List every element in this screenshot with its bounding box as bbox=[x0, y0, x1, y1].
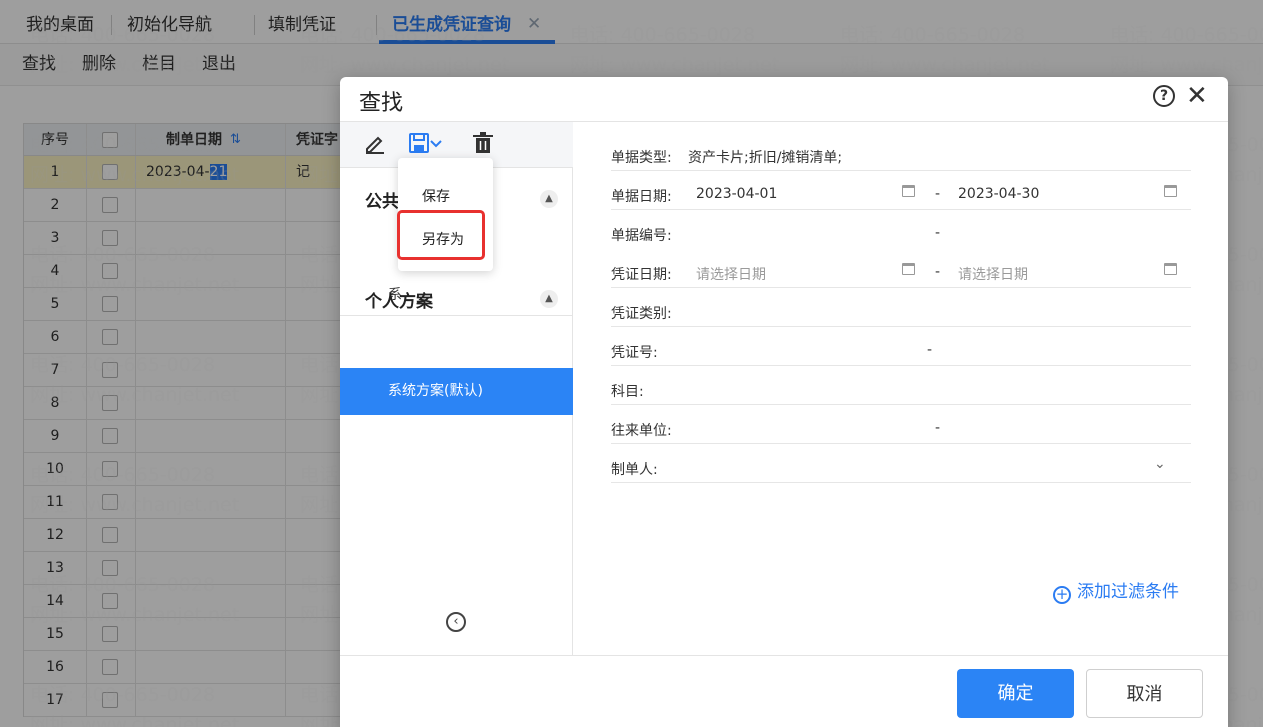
range-dash: - bbox=[935, 186, 941, 202]
voucher-no-label: 凭证号: bbox=[611, 345, 658, 361]
chevron-down-icon[interactable] bbox=[429, 131, 443, 155]
section-divider bbox=[340, 315, 573, 316]
doc-date-to-input[interactable]: 2023-04-30 bbox=[958, 186, 1039, 202]
doc-type-value[interactable]: 资产卡片;折旧/摊销清单; bbox=[688, 147, 842, 167]
personal-scheme-heading: 个人方案 bbox=[365, 292, 433, 312]
voucher-date-from-input[interactable]: 请选择日期 bbox=[696, 264, 766, 284]
doc-date-row: 单据日期: 2023-04-01 - 2023-04-30 bbox=[611, 171, 1191, 210]
delete-icon[interactable] bbox=[471, 131, 495, 155]
range-dash: - bbox=[927, 342, 933, 358]
edit-icon[interactable] bbox=[363, 131, 387, 155]
dialog-title: 查找 bbox=[359, 91, 404, 116]
doc-no-label: 单据编号: bbox=[611, 228, 672, 244]
subject-label: 科目: bbox=[611, 384, 644, 400]
subject-row[interactable]: 科目: bbox=[611, 366, 1191, 405]
footer-divider bbox=[340, 655, 1228, 656]
doc-date-label: 单据日期: bbox=[611, 189, 672, 205]
scheme-item-default[interactable]: 系统方案(默认) bbox=[340, 368, 573, 415]
voucher-type-label: 凭证类别: bbox=[611, 306, 672, 322]
highlight-callout bbox=[397, 210, 485, 260]
voucher-no-row: 凭证号: - bbox=[611, 327, 1191, 366]
partner-row: 往来单位: - bbox=[611, 405, 1191, 444]
maker-row[interactable]: 制单人: ⌄ bbox=[611, 444, 1191, 483]
add-filter-label: 添加过滤条件 bbox=[1077, 582, 1179, 602]
range-dash: - bbox=[935, 420, 941, 436]
cancel-button[interactable]: 取消 bbox=[1086, 669, 1203, 718]
collapse-public-icon[interactable]: ▲ bbox=[540, 190, 558, 208]
collapse-panel-icon[interactable]: ‹ bbox=[446, 612, 466, 632]
voucher-date-row: 凭证日期: 请选择日期 - 请选择日期 bbox=[611, 249, 1191, 288]
save-icon[interactable] bbox=[407, 131, 431, 155]
close-icon[interactable]: ✕ bbox=[1186, 81, 1208, 111]
doc-date-from-input[interactable]: 2023-04-01 bbox=[696, 186, 777, 202]
menu-item-save[interactable]: 保存 bbox=[422, 186, 450, 206]
calendar-icon[interactable] bbox=[1164, 185, 1177, 197]
doc-type-label: 单据类型: bbox=[611, 150, 672, 166]
plus-circle-icon: + bbox=[1053, 586, 1071, 604]
voucher-date-to-input[interactable]: 请选择日期 bbox=[958, 264, 1028, 284]
calendar-icon[interactable] bbox=[1164, 263, 1177, 275]
public-scheme-heading: 公共 bbox=[365, 192, 399, 212]
range-dash: - bbox=[935, 225, 941, 241]
confirm-button[interactable]: 确定 bbox=[957, 669, 1074, 718]
maker-label: 制单人: bbox=[611, 462, 658, 478]
range-dash: - bbox=[935, 264, 941, 280]
collapse-personal-icon[interactable]: ▲ bbox=[540, 290, 558, 308]
voucher-type-row[interactable]: 凭证类别: bbox=[611, 288, 1191, 327]
voucher-date-label: 凭证日期: bbox=[611, 267, 672, 283]
partner-label: 往来单位: bbox=[611, 423, 672, 439]
calendar-icon[interactable] bbox=[902, 185, 915, 197]
help-icon[interactable]: ? bbox=[1153, 85, 1175, 107]
calendar-icon[interactable] bbox=[902, 263, 915, 275]
add-filter-button[interactable]: + 添加过滤条件 bbox=[1053, 577, 1179, 604]
doc-type-row: 单据类型: 资产卡片;折旧/摊销清单; bbox=[611, 132, 1191, 171]
doc-no-row: 单据编号: - bbox=[611, 210, 1191, 249]
chevron-down-icon[interactable]: ⌄ bbox=[1154, 456, 1166, 472]
